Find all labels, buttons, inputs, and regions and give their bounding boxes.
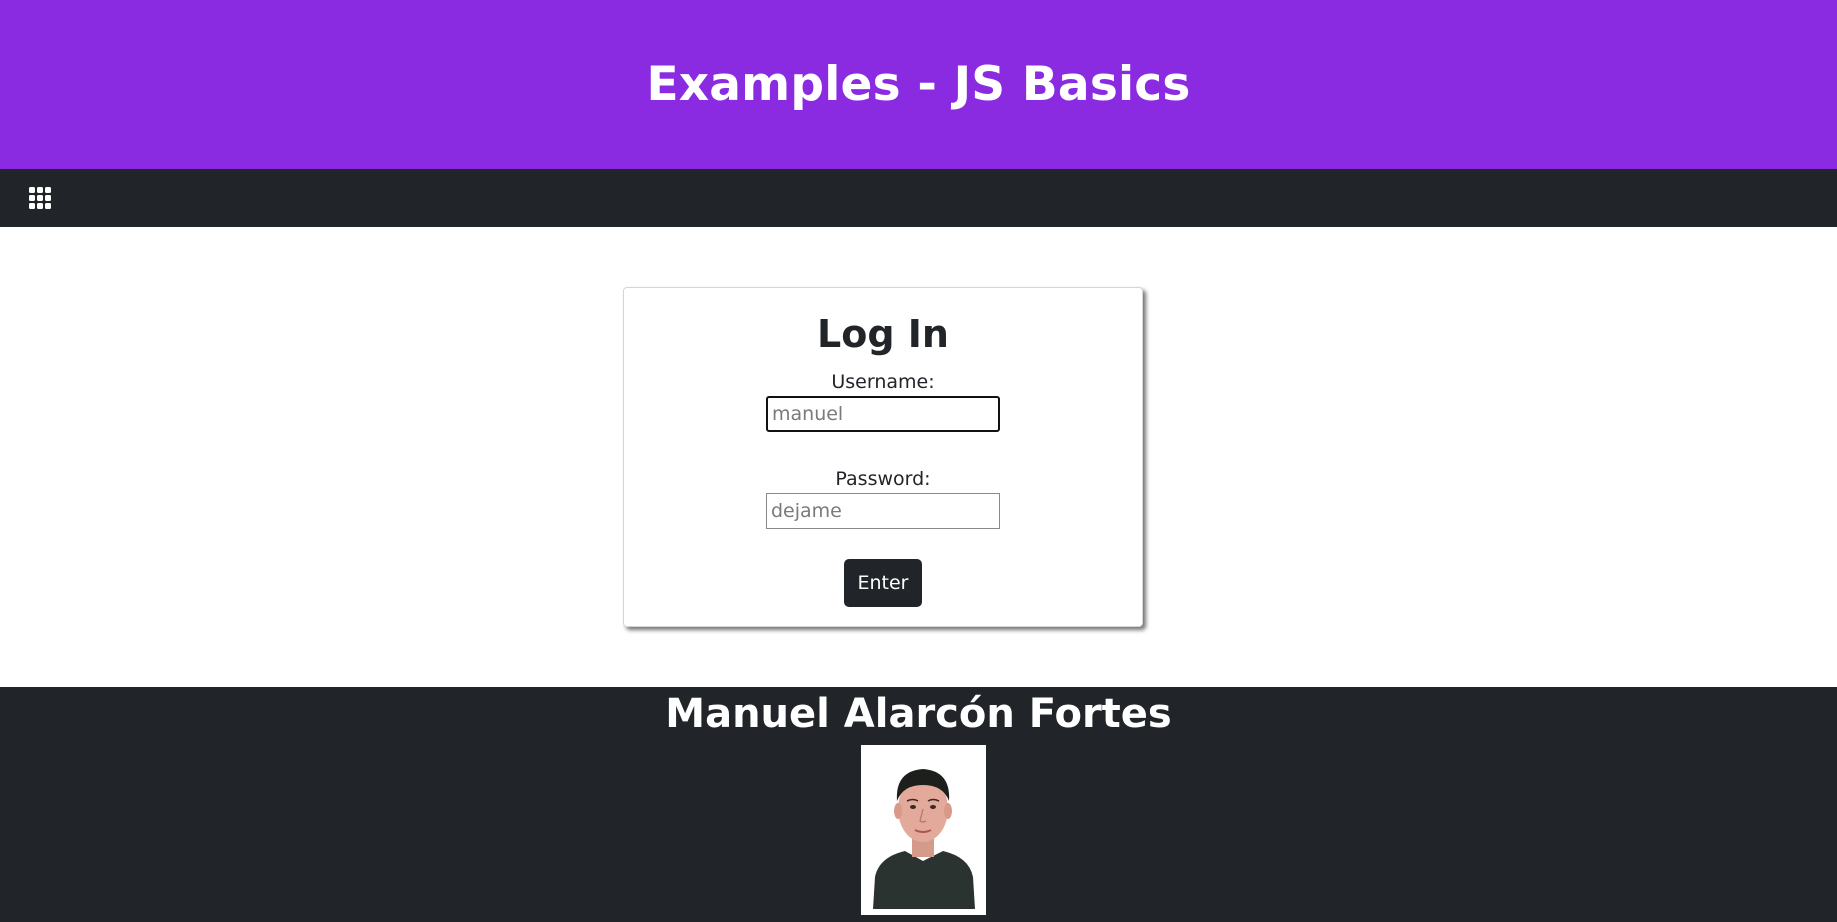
grid-dot xyxy=(29,187,35,193)
username-input[interactable] xyxy=(766,396,1000,432)
page-title: Examples - JS Basics xyxy=(646,57,1191,112)
grid-dot xyxy=(45,203,51,209)
page-banner: Examples - JS Basics xyxy=(0,0,1837,169)
footer: Manuel Alarcón Fortes xyxy=(0,687,1837,922)
grid-dot xyxy=(45,195,51,201)
password-input[interactable] xyxy=(766,493,1000,529)
login-card: Log In Username: Password: Enter xyxy=(623,287,1143,627)
grid-dot xyxy=(29,203,35,209)
grid-dot xyxy=(37,187,43,193)
navbar xyxy=(0,169,1837,227)
grid-dot xyxy=(45,187,51,193)
grid-dot xyxy=(37,195,43,201)
author-name: Manuel Alarcón Fortes xyxy=(665,691,1172,737)
login-title: Log In xyxy=(817,312,949,356)
username-label: Username: xyxy=(831,371,935,393)
password-label: Password: xyxy=(835,468,931,490)
grid-dot xyxy=(37,203,43,209)
apps-grid-icon[interactable] xyxy=(28,186,54,212)
enter-button[interactable]: Enter xyxy=(844,559,922,607)
grid-dot xyxy=(29,195,35,201)
author-photo xyxy=(861,745,986,915)
